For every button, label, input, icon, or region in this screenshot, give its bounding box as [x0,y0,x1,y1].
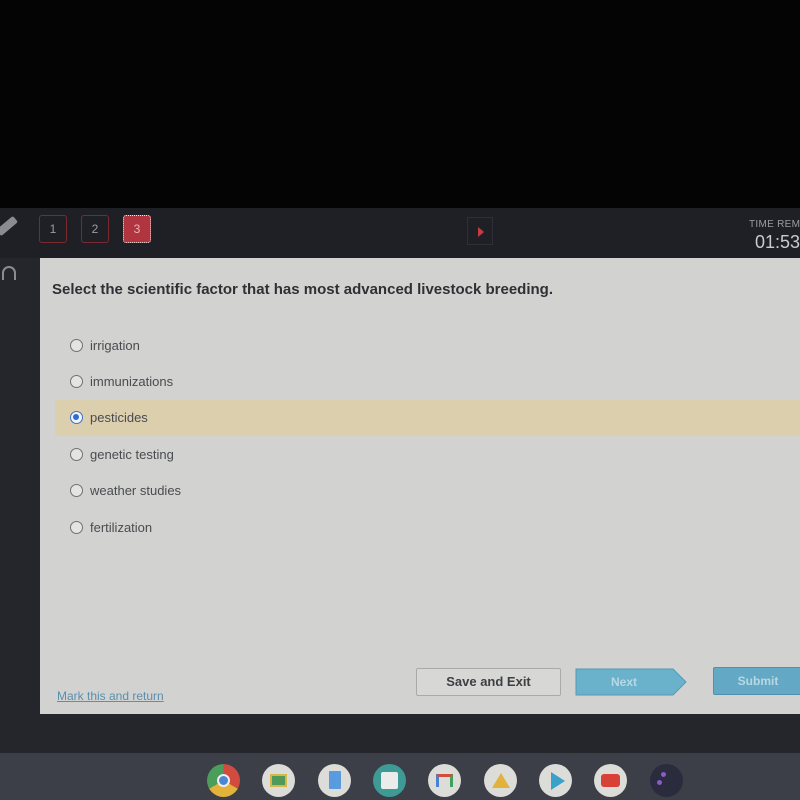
radio-button[interactable] [70,447,83,461]
answer-option[interactable]: fertilization [55,509,800,545]
timer-value: 01:53 [755,232,800,252]
pencil-icon[interactable] [0,215,18,237]
question-text: Select the scientific factor that has mo… [52,281,553,298]
option-label: fertilization [90,519,153,535]
answer-option[interactable]: immunizations [55,363,800,399]
submit-button[interactable]: Submit [713,667,800,695]
option-label: genetic testing [90,446,174,462]
play-store-icon[interactable] [539,764,572,797]
radio-button[interactable] [70,520,83,534]
radio-button[interactable] [70,375,83,389]
next-button[interactable]: Next [575,668,687,696]
question-nav-1[interactable]: 1 [39,215,67,243]
play-arrow-icon [478,227,484,237]
google-drive-icon[interactable] [484,764,517,797]
screen: 1 2 3 TIME REM 01:53 Select the scientif… [0,208,800,800]
google-docs-icon[interactable] [318,764,351,797]
option-label: weather studies [90,483,182,499]
next-question-arrow[interactable] [467,217,493,245]
answer-option[interactable]: irrigation [55,327,800,363]
save-and-exit-button[interactable]: Save and Exit [416,668,561,696]
google-classroom-icon[interactable] [262,764,295,797]
radio-button[interactable] [70,484,83,498]
answer-option-selected[interactable]: pesticides [55,399,800,437]
next-button-label: Next [610,675,637,689]
answer-options: irrigation immunizations pesticides gene… [55,327,800,545]
question-panel: Select the scientific factor that has mo… [40,258,800,714]
bezel-top [0,0,800,208]
youtube-icon[interactable] [594,764,627,797]
radio-button[interactable] [70,338,83,352]
gmail-icon[interactable] [428,764,461,797]
timer-label: TIME REM [749,219,800,230]
question-nav-2[interactable]: 2 [81,215,109,243]
radio-button-checked[interactable] [70,411,83,425]
headphones-icon[interactable] [2,266,16,280]
calculator-icon[interactable] [373,764,406,797]
chrome-icon[interactable] [207,764,240,797]
answer-option[interactable]: genetic testing [55,436,800,472]
game-icon[interactable] [650,764,683,797]
option-label: irrigation [90,337,140,353]
option-label: pesticides [90,410,148,426]
answer-option[interactable]: weather studies [55,473,800,509]
mark-and-return-link[interactable]: Mark this and return [57,689,164,703]
question-nav-3[interactable]: 3 [123,215,151,243]
test-toolbar: 1 2 3 TIME REM 01:53 [0,208,800,258]
chromeos-shelf [0,753,800,800]
option-label: immunizations [90,374,174,390]
